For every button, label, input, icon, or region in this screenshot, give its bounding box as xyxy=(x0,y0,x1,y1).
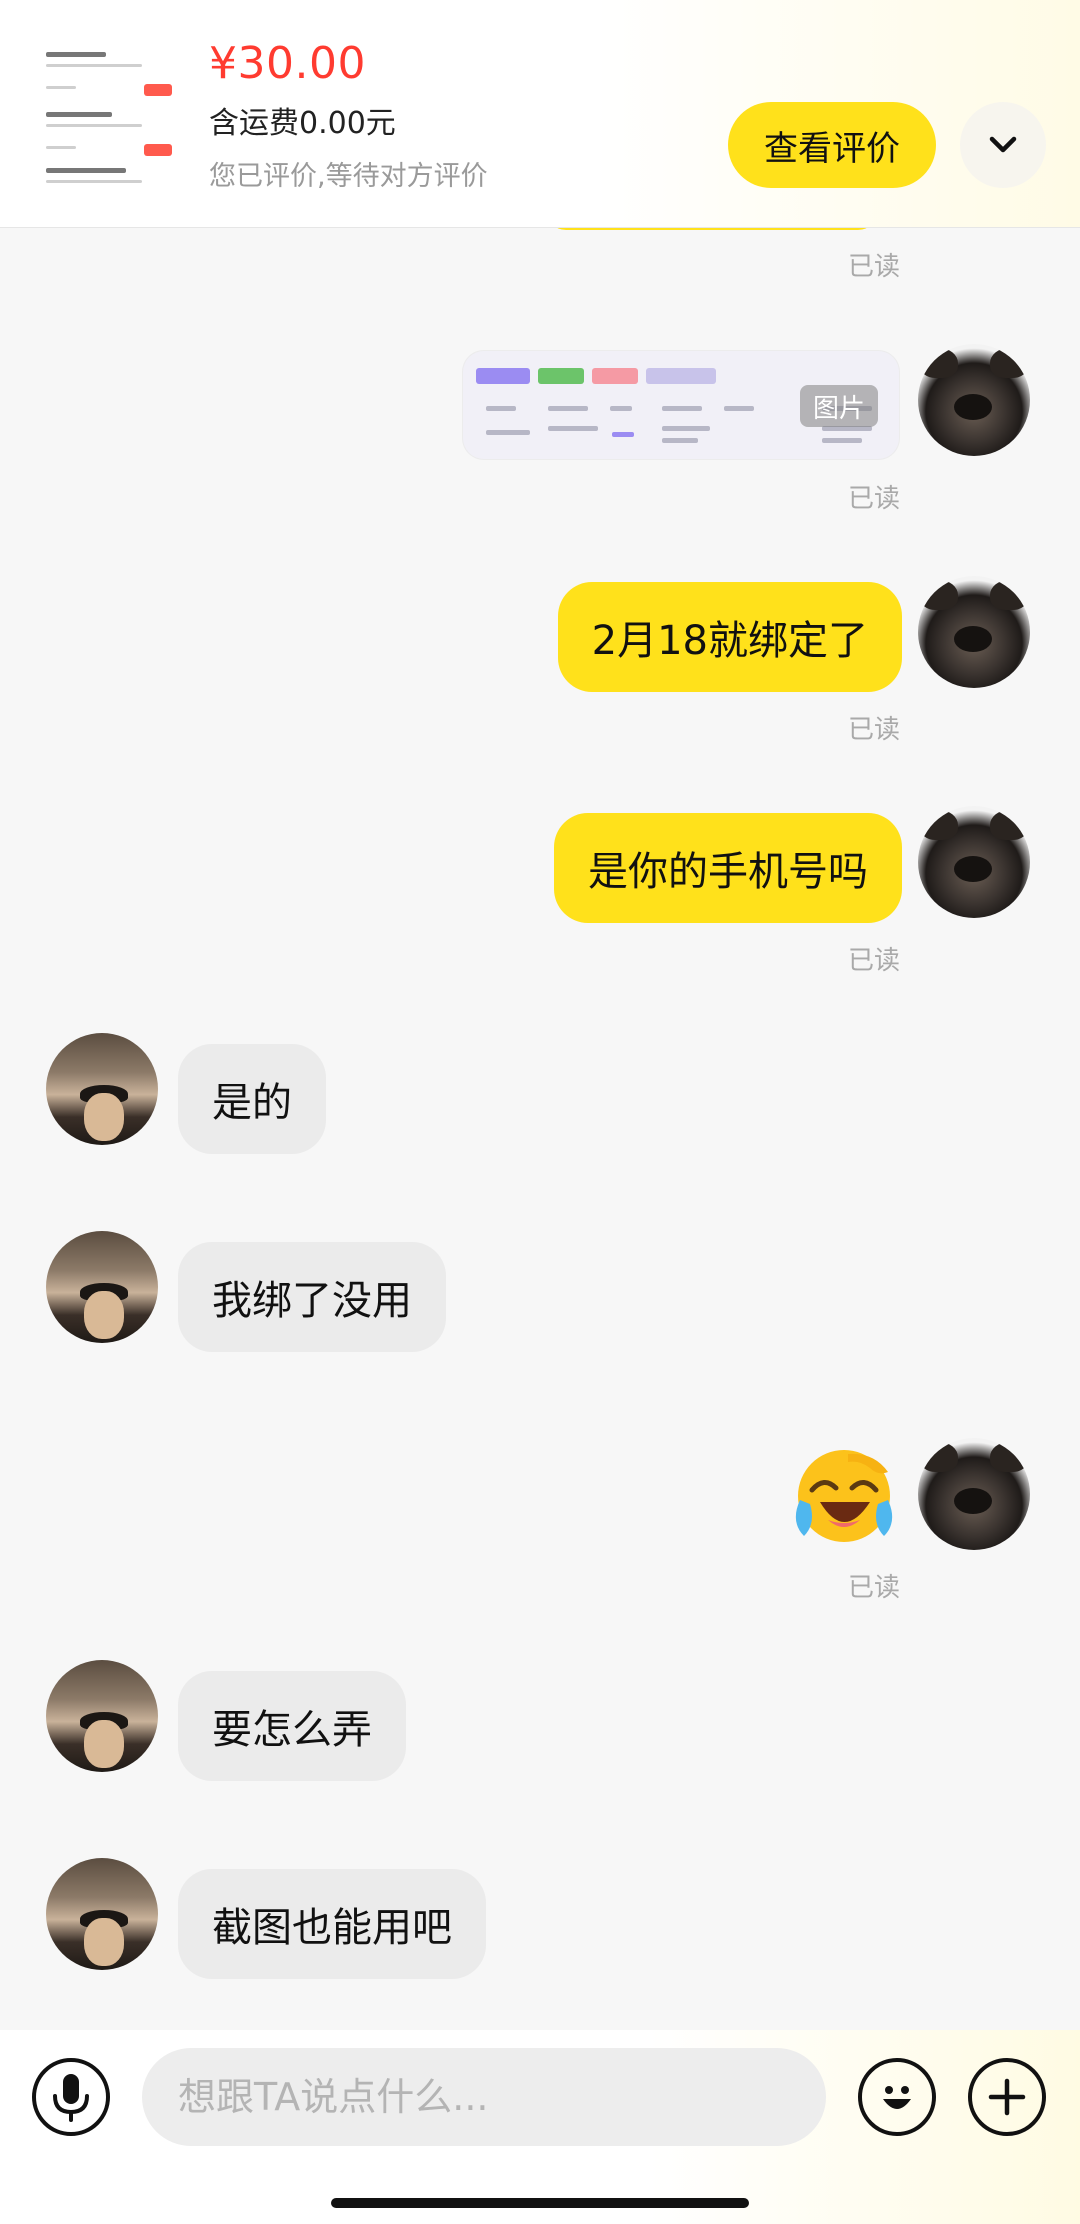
contact-avatar[interactable] xyxy=(46,1660,158,1772)
message-bubble[interactable]: 截图也能用吧 xyxy=(178,1869,486,1979)
my-avatar[interactable] xyxy=(918,806,1030,918)
message-bubble[interactable]: 我绑了没用 xyxy=(178,1242,446,1352)
shipping-fee: 含运费0.00元 xyxy=(209,106,396,141)
message-bubble[interactable]: 2月18就绑定了 xyxy=(557,582,902,692)
message-bubble[interactable]: 要怎么弄 xyxy=(178,1671,406,1781)
collapse-button[interactable] xyxy=(960,102,1046,188)
emoji-message[interactable] xyxy=(790,1446,898,1546)
read-receipt: 已读 xyxy=(847,484,900,514)
contact-avatar[interactable] xyxy=(46,1033,158,1145)
order-card[interactable]: ¥30.00 含运费0.00元 您已评价,等待对方评价 查看评价 xyxy=(0,0,1080,228)
read-receipt: 已读 xyxy=(847,1573,900,1603)
order-thumbnail[interactable] xyxy=(40,36,182,194)
order-price: ¥30.00 xyxy=(209,38,366,89)
emoji-button[interactable] xyxy=(858,2058,936,2136)
view-review-button[interactable]: 查看评价 xyxy=(728,102,936,188)
plus-icon xyxy=(988,2078,1026,2116)
message-input[interactable] xyxy=(142,2048,826,2146)
read-receipt: 已读 xyxy=(847,252,900,282)
message-bubble[interactable]: 是你的手机号吗 xyxy=(554,813,902,923)
my-avatar[interactable] xyxy=(918,1438,1030,1550)
voice-button[interactable] xyxy=(32,2058,110,2136)
home-indicator[interactable] xyxy=(331,2198,749,2208)
laughing-crying-emoji-icon xyxy=(795,1450,893,1542)
message-bubble[interactable]: 是的 xyxy=(178,1044,326,1154)
emoji-face-icon xyxy=(883,2086,911,2109)
my-avatar[interactable] xyxy=(918,576,1030,688)
review-status: 您已评价,等待对方评价 xyxy=(209,161,488,192)
plus-button[interactable] xyxy=(968,2058,1046,2136)
read-receipt: 已读 xyxy=(847,946,900,976)
my-avatar[interactable] xyxy=(918,344,1030,456)
contact-avatar[interactable] xyxy=(46,1858,158,1970)
read-receipt: 已读 xyxy=(847,715,900,745)
image-badge: 图片 xyxy=(800,385,878,427)
microphone-icon xyxy=(53,2074,89,2122)
contact-avatar[interactable] xyxy=(46,1231,158,1343)
chevron-down-icon xyxy=(989,136,1017,153)
